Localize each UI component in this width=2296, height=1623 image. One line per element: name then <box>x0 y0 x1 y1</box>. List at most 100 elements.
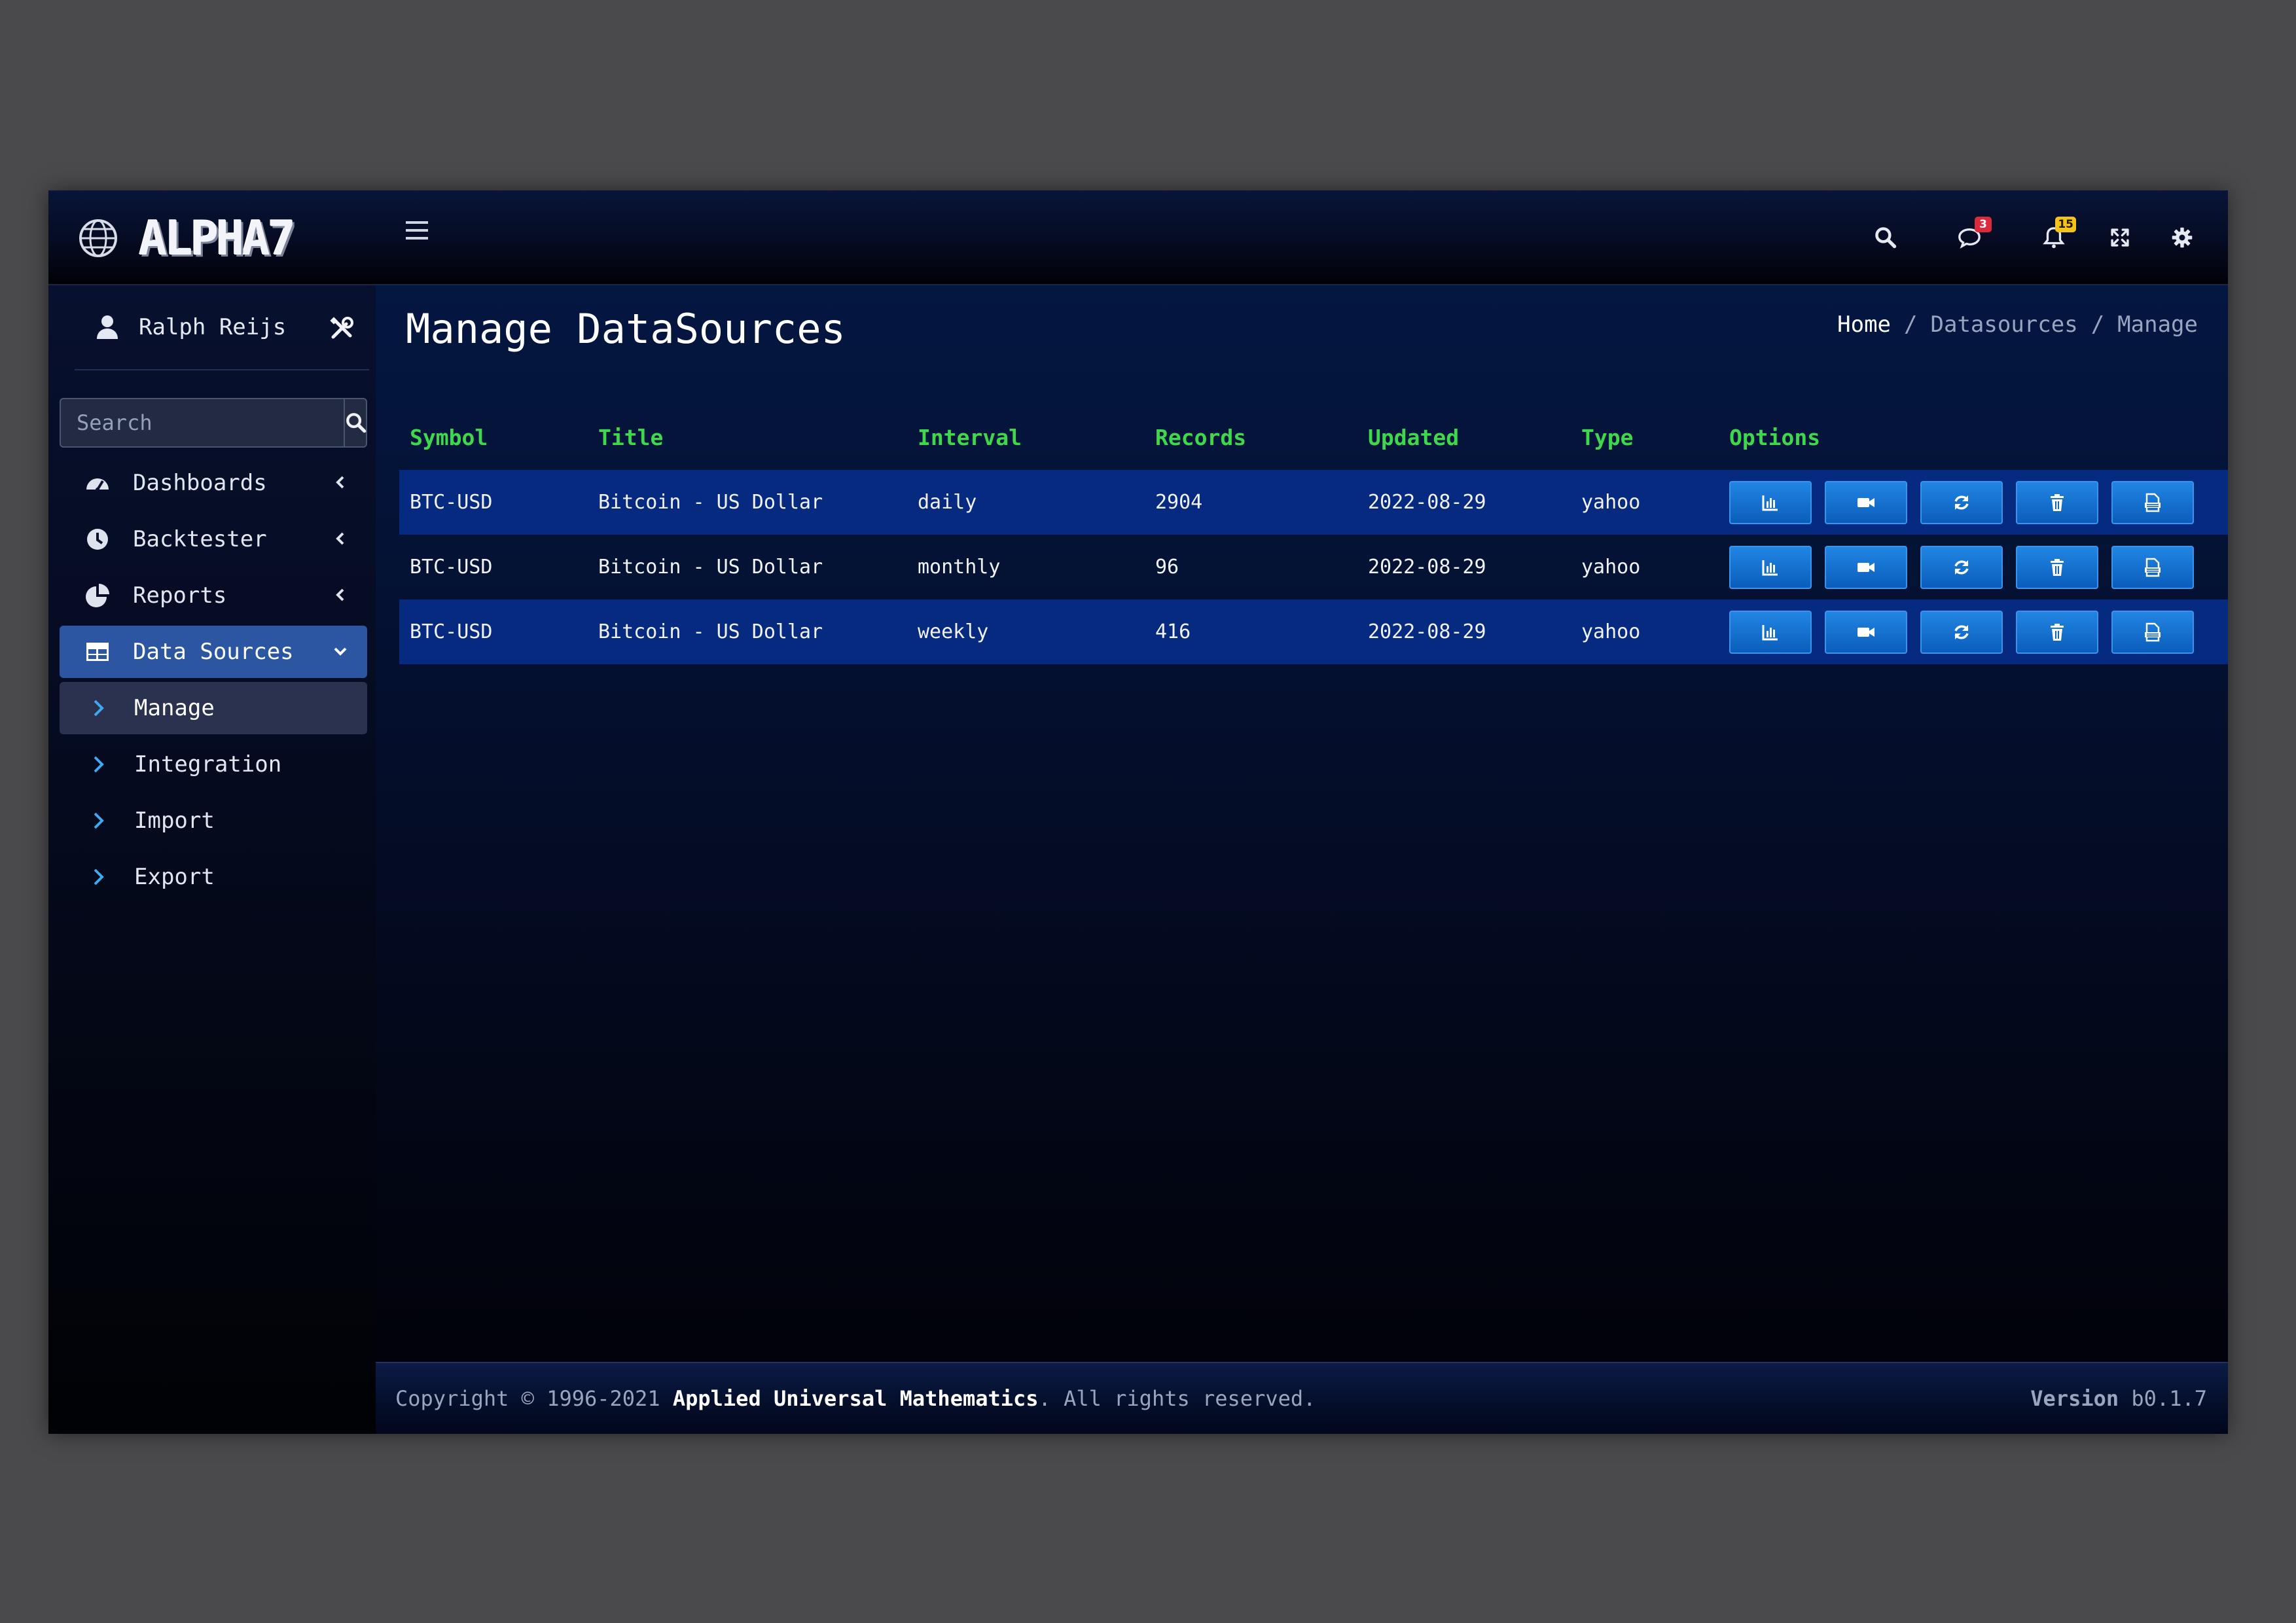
chevron-down-icon <box>334 647 347 656</box>
export-button[interactable] <box>2111 610 2194 654</box>
column-header-title[interactable]: Title <box>588 404 907 470</box>
user-panel: Ralph Reijs <box>75 285 369 370</box>
search-button[interactable] <box>344 399 367 446</box>
cell-interval: daily <box>918 491 977 514</box>
sidebar-subitem-import[interactable]: Import <box>60 794 367 847</box>
bar-chart-icon <box>1761 622 1780 642</box>
sidebar-subitem-integration[interactable]: Integration <box>60 738 367 791</box>
breadcrumb-datasources[interactable]: Datasources <box>1931 312 2078 338</box>
sidebar-subitem-label: Export <box>134 864 215 890</box>
refresh-button[interactable] <box>1920 545 2003 589</box>
page-title: Manage DataSources <box>406 305 846 353</box>
cell-type: yahoo <box>1581 556 1641 579</box>
chevron-right-icon <box>94 868 104 885</box>
chevron-left-icon <box>336 532 344 545</box>
datasources-table: Symbol Title Interval Records Updated Ty… <box>399 404 2228 664</box>
export-file-icon <box>2143 558 2162 577</box>
column-header-type[interactable]: Type <box>1571 404 1719 470</box>
notifications-badge: 15 <box>2055 217 2076 232</box>
sidebar-subitem-label: Manage <box>134 695 215 721</box>
chart-button[interactable] <box>1729 610 1812 654</box>
cell-records: 416 <box>1155 620 1191 643</box>
messages-button[interactable]: 3 <box>1951 217 1992 256</box>
sidebar-item-reports[interactable]: Reports <box>60 569 367 622</box>
breadcrumb-separator: / <box>1904 312 1918 338</box>
trash-icon <box>2047 493 2067 512</box>
fullscreen-icon[interactable] <box>2102 219 2138 256</box>
search-icon <box>346 413 367 433</box>
tools-icon[interactable] <box>329 315 355 342</box>
chart-button[interactable] <box>1729 545 1812 589</box>
chart-button[interactable] <box>1729 480 1812 524</box>
gauge-icon <box>84 470 111 496</box>
globe-icon <box>79 219 117 257</box>
sidebar: Ralph Reijs Search Dashboards Backtester… <box>48 285 376 1434</box>
sidebar-item-backtester[interactable]: Backtester <box>60 513 367 565</box>
footer: Copyright © 1996-2021 Applied Universal … <box>376 1362 2228 1434</box>
search-icon[interactable] <box>1867 219 1904 256</box>
cell-updated: 2022-08-29 <box>1368 620 1486 643</box>
export-button[interactable] <box>2111 545 2194 589</box>
sidebar-item-dashboards[interactable]: Dashboards <box>60 457 367 509</box>
export-file-icon <box>2143 493 2162 512</box>
sidebar-item-data-sources[interactable]: Data Sources <box>60 626 367 678</box>
gear-icon[interactable] <box>2164 219 2200 256</box>
main-content: Manage DataSources Home / Datasources / … <box>376 285 2228 1362</box>
delete-button[interactable] <box>2016 480 2098 524</box>
cell-title: Bitcoin - US Dollar <box>598 556 823 579</box>
cell-interval: weekly <box>918 620 989 643</box>
version-label: Version <box>2030 1386 2119 1411</box>
brand[interactable]: ALPHA7 <box>48 190 376 285</box>
table-row[interactable]: BTC-USD Bitcoin - US Dollar weekly 416 2022-… <box>399 599 2228 664</box>
trash-icon <box>2047 558 2067 577</box>
sidebar-subitem-label: Integration <box>134 751 282 777</box>
export-button[interactable] <box>2111 480 2194 524</box>
cell-title: Bitcoin - US Dollar <box>598 620 823 643</box>
sidebar-subitem-export[interactable]: Export <box>60 851 367 903</box>
cell-symbol: BTC-USD <box>410 556 493 579</box>
copyright-text: Copyright © 1996-2021 <box>395 1386 660 1411</box>
refresh-button[interactable] <box>1920 480 2003 524</box>
video-button[interactable] <box>1825 480 1907 524</box>
notifications-button[interactable]: 15 <box>2036 217 2076 256</box>
column-header-interval[interactable]: Interval <box>907 404 1145 470</box>
cell-symbol: BTC-USD <box>410 491 493 514</box>
cell-options <box>1719 599 2228 664</box>
refresh-button[interactable] <box>1920 610 2003 654</box>
cell-type: yahoo <box>1581 491 1641 514</box>
sidebar-subitem-manage[interactable]: Manage <box>60 682 367 734</box>
sidebar-nav: Dashboards Backtester Reports Data Sourc… <box>60 457 367 907</box>
column-header-symbol[interactable]: Symbol <box>399 404 588 470</box>
refresh-icon <box>1952 622 1971 642</box>
cell-options <box>1719 535 2228 599</box>
app-window: ALPHA7 3 15 Ralph Reijs Search Dashboard… <box>48 190 2228 1434</box>
table-row[interactable]: BTC-USD Bitcoin - US Dollar daily 2904 2022-… <box>399 470 2228 535</box>
user-icon <box>97 315 118 339</box>
breadcrumb: Home / Datasources / Manage <box>1837 312 2198 338</box>
cell-updated: 2022-08-29 <box>1368 556 1486 579</box>
menu-icon[interactable] <box>402 215 432 245</box>
bar-chart-icon <box>1761 493 1780 512</box>
cell-interval: monthly <box>918 556 1001 579</box>
version-info: Version b0.1.7 <box>2030 1386 2207 1411</box>
video-button[interactable] <box>1825 610 1907 654</box>
table-icon <box>84 639 111 665</box>
refresh-icon <box>1952 493 1971 512</box>
search-input[interactable] <box>61 399 344 446</box>
column-header-updated[interactable]: Updated <box>1357 404 1571 470</box>
column-header-options: Options <box>1729 424 1821 450</box>
sidebar-item-label: Data Sources <box>133 639 294 665</box>
video-button[interactable] <box>1825 545 1907 589</box>
sidebar-subitem-label: Import <box>134 808 215 834</box>
cell-updated: 2022-08-29 <box>1368 491 1486 514</box>
user-name: Ralph Reijs <box>139 314 287 340</box>
delete-button[interactable] <box>2016 610 2098 654</box>
delete-button[interactable] <box>2016 545 2098 589</box>
table-header-row: Symbol Title Interval Records Updated Ty… <box>399 404 2228 470</box>
breadcrumb-home[interactable]: Home <box>1837 312 1891 338</box>
pie-chart-icon <box>84 582 111 609</box>
bar-chart-icon <box>1761 558 1780 577</box>
table-row[interactable]: BTC-USD Bitcoin - US Dollar monthly 96 2022-… <box>399 535 2228 599</box>
cell-records: 96 <box>1155 556 1179 579</box>
column-header-records[interactable]: Records <box>1145 404 1357 470</box>
